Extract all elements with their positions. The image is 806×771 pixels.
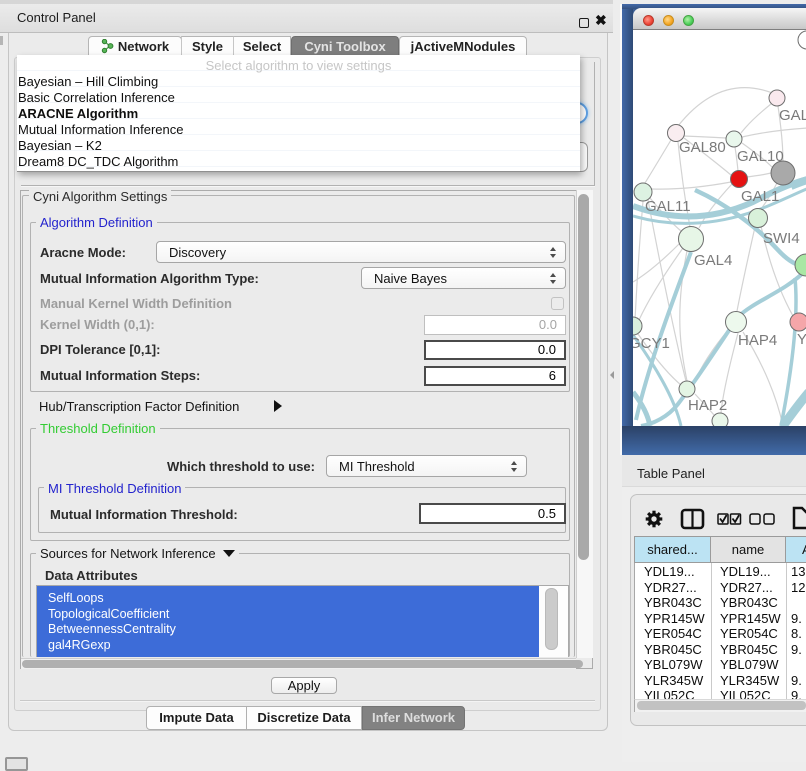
svg-text:SWI4: SWI4 xyxy=(763,230,800,247)
svg-text:GAL4: GAL4 xyxy=(694,252,732,269)
svg-text:GAL80: GAL80 xyxy=(679,139,726,156)
svg-text:HAP2: HAP2 xyxy=(688,397,727,414)
svg-text:GCY1: GCY1 xyxy=(633,335,670,352)
svg-text:GAL11: GAL11 xyxy=(645,198,691,215)
svg-text:GAL7: GAL7 xyxy=(779,107,806,124)
svg-text:Y: Y xyxy=(797,331,806,348)
svg-text:GAL10: GAL10 xyxy=(737,148,784,165)
svg-text:GAL1: GAL1 xyxy=(741,188,779,205)
svg-text:HAP4: HAP4 xyxy=(738,332,777,349)
